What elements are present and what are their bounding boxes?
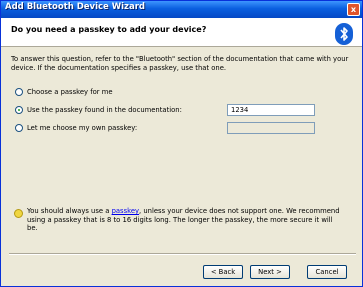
radio-own-passkey[interactable] — [15, 123, 23, 132]
wizard-window: Add Bluetooth Device Wizard x Do you nee… — [0, 0, 363, 287]
tip-before: You should always use a — [27, 207, 112, 215]
option-own-passkey-label: Let me choose my own passkey: — [27, 123, 138, 132]
custom-passkey-input[interactable] — [227, 122, 315, 134]
title-bar[interactable]: Add Bluetooth Device Wizard x — [1, 1, 362, 18]
option-use-documentation-label: Use the passkey found in the documentati… — [27, 105, 182, 114]
window-title: Add Bluetooth Device Wizard — [5, 2, 146, 12]
radio-use-documentation[interactable] — [15, 105, 23, 114]
passkey-link[interactable]: passkey — [112, 207, 139, 215]
tip-text: You should always use a passkey, unless … — [27, 207, 345, 233]
option-own-passkey[interactable]: Let me choose my own passkey: — [15, 122, 137, 133]
passkey-input[interactable]: 1234 — [227, 104, 315, 116]
cancel-button[interactable]: Cancel — [307, 265, 347, 279]
close-button[interactable]: x — [347, 3, 360, 16]
footer-divider — [9, 253, 356, 255]
option-choose-for-me-label: Choose a passkey for me — [27, 87, 113, 96]
option-use-documentation[interactable]: Use the passkey found in the documentati… — [15, 104, 182, 115]
wizard-header: Do you need a passkey to add your device… — [1, 18, 362, 47]
radio-choose-for-me[interactable] — [15, 87, 23, 96]
info-bulb-icon — [14, 209, 23, 218]
next-button[interactable]: Next > — [250, 265, 290, 279]
bluetooth-icon — [335, 23, 353, 45]
back-button[interactable]: < Back — [203, 265, 243, 279]
option-choose-for-me[interactable]: Choose a passkey for me — [15, 86, 113, 97]
intro-text: To answer this question, refer to the "B… — [11, 55, 349, 72]
page-heading: Do you need a passkey to add your device… — [11, 25, 207, 34]
